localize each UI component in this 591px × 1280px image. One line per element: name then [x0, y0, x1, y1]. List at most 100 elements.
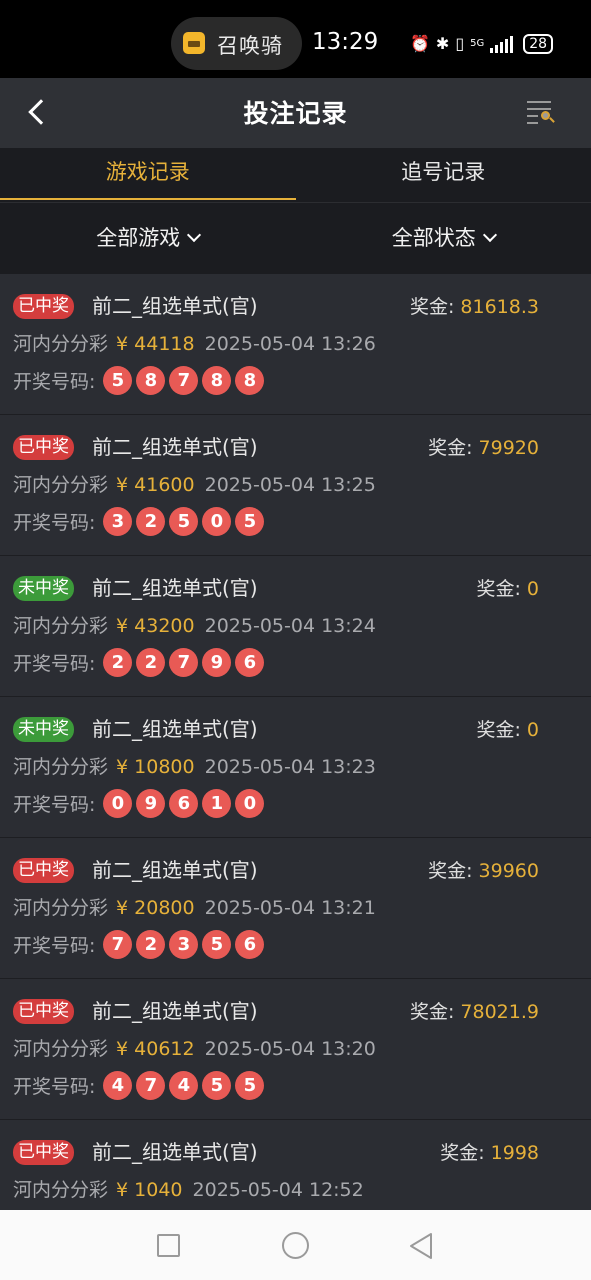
prize-value: 78021.9 [460, 1001, 539, 1023]
prize-label: 奖金: [428, 860, 479, 882]
number-ball: 8 [136, 366, 166, 395]
record-meta: 河内分分彩 ¥ 44118 2025-05-04 13:26 [13, 329, 376, 356]
tab-game-records[interactable]: 游戏记录 [0, 148, 296, 202]
number-ball: 2 [136, 507, 166, 536]
number-ball: 5 [202, 1071, 232, 1100]
number-ball: 5 [169, 507, 199, 536]
prize-label: 奖金: [476, 719, 527, 741]
number-ball: 0 [235, 789, 265, 818]
draw-numbers: 47455 [103, 1071, 265, 1100]
app-pill-text: 召唤骑 [217, 34, 283, 58]
lottery-name: 河内分分彩 [13, 333, 109, 355]
bet-amount-value: 43200 [134, 615, 195, 637]
filter-bar: 全部游戏 全部状态 [0, 202, 591, 274]
lottery-name: 河内分分彩 [13, 897, 109, 919]
currency-symbol: ¥ [116, 756, 129, 778]
number-ball: 2 [136, 930, 166, 959]
bet-record-list[interactable]: 已中奖 前二_组选单式(官) 奖金: 81618.3 河内分分彩 ¥ 44118 2… [0, 274, 591, 1210]
prize: 奖金: 81618.3 [410, 292, 539, 319]
currency-symbol: ¥ [116, 1038, 129, 1060]
draw-numbers-label: 开奖号码: [13, 371, 96, 393]
square-icon[interactable] [157, 1234, 180, 1257]
number-ball: 2 [136, 648, 166, 677]
number-ball: 9 [202, 648, 232, 677]
status-badge: 已中奖 [13, 858, 74, 883]
number-ball: 5 [103, 366, 133, 395]
prize-label: 奖金: [476, 578, 527, 600]
app-notification-pill[interactable]: 召唤骑 [171, 17, 302, 70]
number-ball: 2 [103, 648, 133, 677]
number-ball: 5 [235, 507, 265, 536]
chevron-down-icon [482, 227, 497, 243]
bet-amount: ¥ 41600 [116, 474, 195, 496]
bet-record-item[interactable]: 已中奖 前二_组选单式(官) 奖金: 79920 河内分分彩 ¥ 41600 202… [0, 415, 591, 556]
triangle-back-icon[interactable] [408, 1232, 434, 1260]
draw-numbers-row: 开奖号码: 09610 [13, 789, 265, 818]
draw-numbers-label: 开奖号码: [13, 794, 96, 816]
tab-chase-records[interactable]: 追号记录 [296, 148, 591, 202]
currency-symbol: ¥ [116, 333, 129, 355]
bet-record-item[interactable]: 未中奖 前二_组选单式(官) 奖金: 0 河内分分彩 ¥ 43200 2025-05… [0, 556, 591, 697]
prize-label: 奖金: [409, 296, 461, 318]
alarm-icon: ⏰ [410, 34, 430, 53]
bet-amount-value: 44118 [134, 333, 195, 355]
number-ball: 6 [235, 930, 265, 959]
lottery-name: 河内分分彩 [13, 615, 109, 637]
system-icons: ⏰ ✱ ▯ 5G 28 [410, 32, 554, 56]
bet-record-item[interactable]: 未中奖 前二_组选单式(官) 奖金: 0 河内分分彩 ¥ 10800 2025-05… [0, 697, 591, 838]
bet-amount-value: 40612 [134, 1038, 195, 1060]
bet-time: 2025-05-04 13:20 [204, 1038, 376, 1060]
number-ball: 6 [169, 789, 199, 818]
draw-numbers: 32505 [103, 507, 265, 536]
prize-label: 奖金: [428, 437, 479, 459]
draw-numbers: 72356 [103, 930, 265, 959]
status-filter-dropdown[interactable]: 全部状态 [296, 203, 591, 274]
status-badge: 未中奖 [13, 717, 74, 742]
bet-amount: ¥ 1040 [116, 1179, 183, 1201]
number-ball: 5 [235, 1071, 265, 1100]
draw-numbers-label: 开奖号码: [13, 935, 96, 957]
game-name: 前二_组选单式(官) [92, 717, 258, 741]
battery-level: 28 [529, 36, 548, 52]
bet-amount: ¥ 43200 [116, 615, 195, 637]
game-name: 前二_组选单式(官) [92, 435, 258, 459]
draw-numbers-row: 开奖号码: 72356 [13, 930, 265, 959]
currency-symbol: ¥ [116, 1179, 129, 1201]
draw-numbers-label: 开奖号码: [13, 1076, 96, 1098]
vibrate-icon: ▯ [455, 34, 465, 53]
app-header: 投注记录 [0, 78, 591, 148]
record-meta: 河内分分彩 ¥ 1040 2025-05-04 12:52 [13, 1175, 364, 1202]
system-nav-bar [0, 1210, 591, 1280]
number-ball: 0 [103, 789, 133, 818]
bet-record-item[interactable]: 已中奖 前二_组选单式(官) 奖金: 78021.9 河内分分彩 ¥ 40612 2… [0, 979, 591, 1120]
record-meta: 河内分分彩 ¥ 20800 2025-05-04 13:21 [13, 893, 376, 920]
game-name: 前二_组选单式(官) [92, 294, 258, 318]
circle-icon[interactable] [282, 1232, 309, 1259]
status-badge: 已中奖 [13, 435, 74, 460]
lottery-name: 河内分分彩 [13, 756, 109, 778]
draw-numbers-row: 开奖号码: 32505 [13, 507, 265, 536]
draw-numbers-row: 开奖号码: 22796 [13, 648, 265, 677]
game-name: 前二_组选单式(官) [92, 576, 258, 600]
list-search-icon[interactable] [527, 98, 555, 126]
game-filter-dropdown[interactable]: 全部游戏 [0, 203, 296, 274]
number-ball: 6 [235, 648, 265, 677]
prize-value: 0 [526, 719, 539, 741]
prize: 奖金: 78021.9 [410, 997, 539, 1024]
number-ball: 7 [136, 1071, 166, 1100]
record-tabs: 游戏记录 追号记录 [0, 148, 591, 202]
status-filter-label: 全部状态 [391, 226, 476, 250]
prize: 奖金: 0 [476, 715, 539, 742]
bet-time: 2025-05-04 13:25 [204, 474, 376, 496]
number-ball: 5 [202, 930, 232, 959]
number-ball: 9 [136, 789, 166, 818]
number-ball: 0 [202, 507, 232, 536]
record-meta: 河内分分彩 ¥ 43200 2025-05-04 13:24 [13, 611, 376, 638]
battery-icon: 28 [523, 34, 554, 54]
bet-record-item[interactable]: 已中奖 前二_组选单式(官) 奖金: 39960 河内分分彩 ¥ 20800 202… [0, 838, 591, 979]
bet-record-item[interactable]: 已中奖 前二_组选单式(官) 奖金: 1998 河内分分彩 ¥ 1040 2025-… [0, 1120, 591, 1210]
bet-amount: ¥ 44118 [116, 333, 195, 355]
bet-record-item[interactable]: 已中奖 前二_组选单式(官) 奖金: 81618.3 河内分分彩 ¥ 44118 2… [0, 274, 591, 415]
status-badge: 已中奖 [13, 1140, 74, 1165]
number-ball: 4 [103, 1071, 133, 1100]
